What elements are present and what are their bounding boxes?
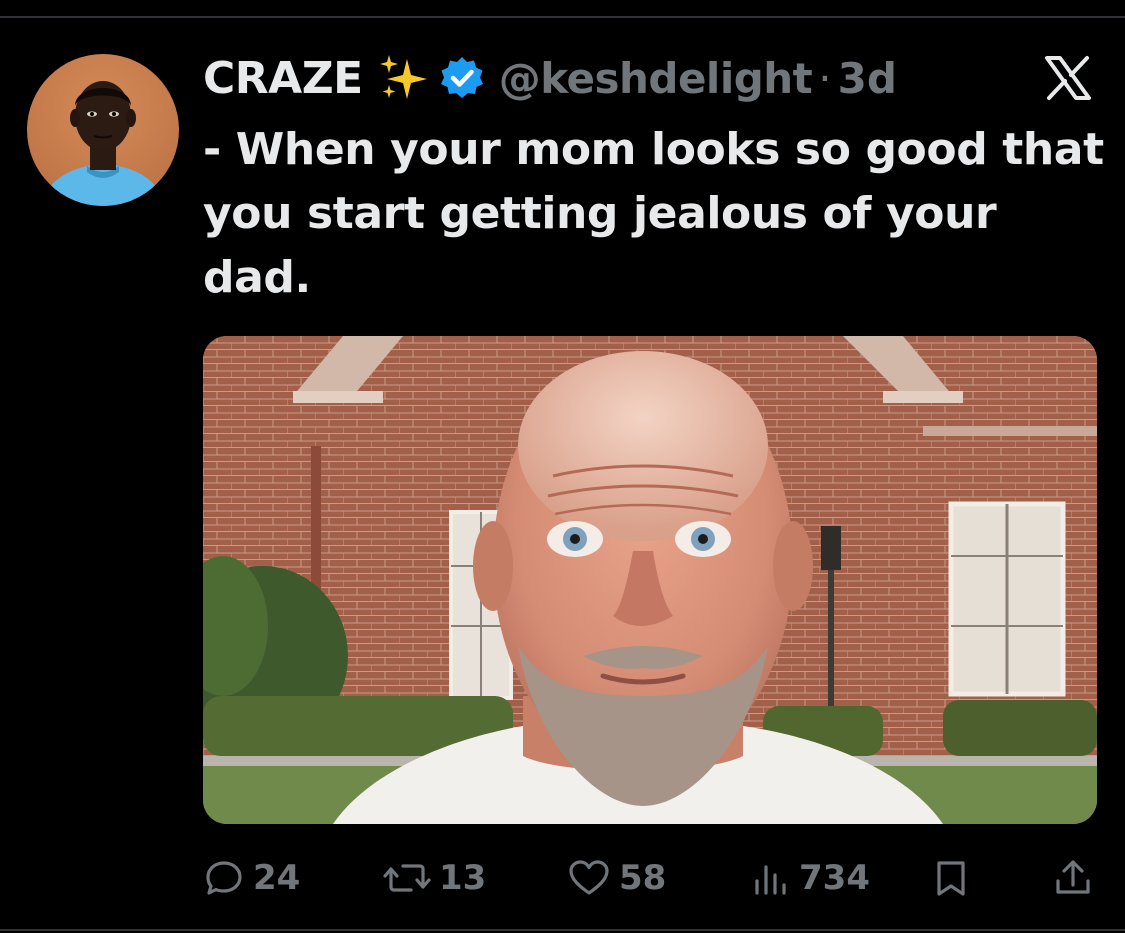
tweet-text: - When your mom looks so good that you s… [203, 124, 1104, 303]
verified-badge-icon[interactable] [439, 55, 485, 101]
share-icon [1056, 860, 1090, 894]
views-button[interactable]: 734 [751, 850, 870, 906]
x-logo-icon [1043, 55, 1093, 101]
sparkles-icon [377, 51, 431, 105]
view-count: 734 [799, 858, 870, 898]
timestamp[interactable]: 3d [838, 54, 897, 103]
reply-count: 24 [253, 858, 301, 898]
reply-button[interactable]: 24 [203, 850, 300, 906]
bookmark-button[interactable] [933, 850, 977, 906]
views-icon [755, 865, 786, 895]
tweet-action-bar: 24 13 58 734 [203, 850, 1097, 906]
top-divider [0, 16, 1125, 18]
tweet-media-image[interactable] [203, 336, 1097, 824]
like-count: 58 [619, 858, 667, 898]
author-name[interactable]: CRAZE [203, 53, 363, 104]
repost-icon [383, 864, 431, 892]
like-button[interactable]: 58 [567, 850, 666, 906]
bottom-divider [0, 929, 1125, 931]
author-handle[interactable]: @keshdelight [499, 54, 813, 103]
repost-count: 13 [439, 858, 487, 898]
separator-dot: · [818, 53, 832, 103]
reply-icon [206, 861, 242, 895]
heart-icon [569, 860, 609, 895]
share-button[interactable] [1053, 850, 1101, 906]
repost-button[interactable]: 13 [383, 850, 486, 906]
avatar[interactable] [27, 54, 179, 206]
bookmark-icon [937, 861, 965, 896]
tweet-header: CRAZE @keshdelight · 3d [203, 48, 897, 108]
